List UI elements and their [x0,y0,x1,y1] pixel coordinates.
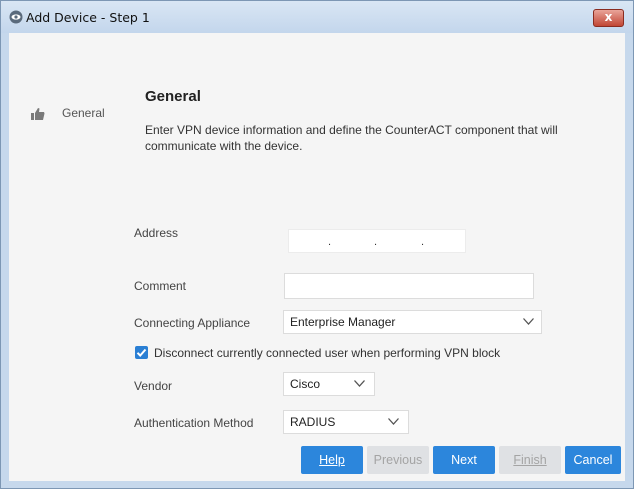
address-field[interactable]: . . . [288,229,466,253]
checkmark-icon [136,348,147,357]
ip-separator: . [421,236,425,248]
title-bar[interactable]: Add Device - Step 1 x [1,1,633,33]
thumbs-up-icon [31,108,45,120]
auth-method-label: Authentication Method [134,416,254,430]
page-title: General [145,88,201,105]
connecting-appliance-label: Connecting Appliance [134,316,251,330]
next-button[interactable]: Next [433,446,495,474]
help-button-label: Help [319,453,345,467]
close-icon: x [604,10,613,24]
eye-icon [9,10,23,24]
auth-method-value: RADIUS [290,415,336,429]
chevron-down-icon [388,418,399,425]
window-title: Add Device - Step 1 [26,10,150,25]
auth-method-select[interactable]: RADIUS [283,410,409,434]
connecting-appliance-value: Enterprise Manager [290,315,396,329]
previous-button-label: Previous [373,453,423,467]
previous-button[interactable]: Previous [367,446,429,474]
section-description: Enter VPN device information and define … [145,123,558,153]
cancel-button[interactable]: Cancel [565,446,621,474]
vendor-select[interactable]: Cisco [283,372,375,396]
finish-button[interactable]: Finish [499,446,561,474]
finish-button-label: Finish [513,453,547,467]
address-label: Address [134,226,179,240]
disconnect-checkbox-label[interactable]: Disconnect currently connected user when… [154,346,500,360]
vendor-value: Cisco [290,377,321,391]
next-button-label: Next [451,453,477,467]
nav-item-label: General [62,106,105,120]
vendor-label: Vendor [134,379,173,393]
chevron-down-icon [354,380,365,387]
add-device-dialog: Add Device - Step 1 x General General En… [0,0,634,489]
comment-label: Comment [134,279,187,293]
ip-separator: . [328,236,332,248]
disconnect-checkbox[interactable] [135,346,148,359]
comment-field[interactable] [284,273,534,299]
chevron-down-icon [523,318,534,325]
window-bottom-border [1,481,633,488]
dialog-body: General General Enter VPN device informa… [9,33,625,481]
cancel-button-label: Cancel [573,453,613,467]
close-button[interactable]: x [593,9,624,27]
connecting-appliance-select[interactable]: Enterprise Manager [283,310,542,334]
ip-separator: . [374,236,378,248]
help-button[interactable]: Help [301,446,363,474]
